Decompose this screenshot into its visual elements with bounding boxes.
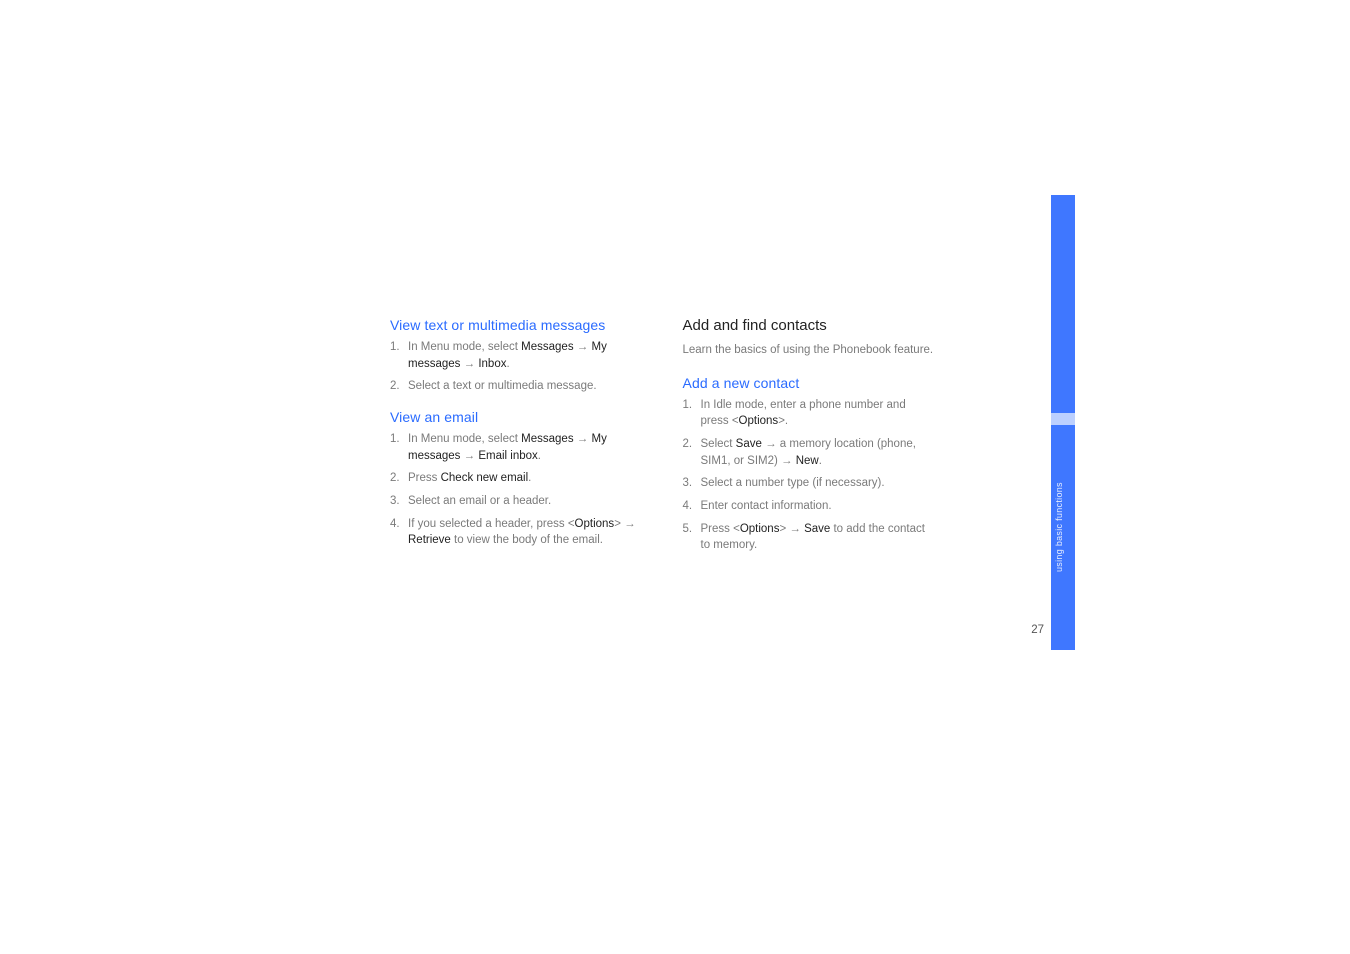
- page-number: 27: [1031, 624, 1044, 636]
- list-item: If you selected a header, press <Options…: [390, 516, 643, 549]
- text: Press <: [701, 523, 740, 535]
- bold-text: Options: [739, 415, 779, 427]
- text: Select a text or multimedia message.: [408, 380, 597, 392]
- text: Enter contact information.: [701, 500, 832, 512]
- list-item: Select a text or multimedia message.: [390, 378, 643, 395]
- steps-view-email: In Menu mode, select Messages → My messa…: [390, 431, 643, 549]
- content-columns: View text or multimedia messages In Menu…: [390, 317, 935, 568]
- list-item: Enter contact information.: [683, 498, 936, 515]
- list-item: Press Check new email.: [390, 470, 643, 487]
- side-tab-light: [1051, 413, 1075, 425]
- steps-add-contact: In Idle mode, enter a phone number and p…: [683, 397, 936, 554]
- left-column: View text or multimedia messages In Menu…: [390, 317, 643, 568]
- heading-add-find-contacts: Add and find contacts: [683, 317, 936, 334]
- arrow-icon: →: [765, 436, 777, 453]
- text: Select a number type (if necessary).: [701, 477, 885, 489]
- text: Select an email or a header.: [408, 495, 551, 507]
- arrow-icon: →: [577, 431, 589, 448]
- arrow-icon: →: [789, 521, 801, 538]
- bold-text: Check new email: [441, 472, 529, 484]
- bold-text: Inbox: [478, 358, 506, 370]
- bold-text: Email inbox: [478, 450, 537, 462]
- text: >: [779, 523, 789, 535]
- heading-view-messages: View text or multimedia messages: [390, 317, 643, 333]
- list-item: In Menu mode, select Messages → My messa…: [390, 339, 643, 372]
- arrow-icon: →: [624, 516, 636, 533]
- list-item: Press <Options> → Save to add the contac…: [683, 521, 936, 554]
- heading-add-new-contact: Add a new contact: [683, 375, 936, 391]
- text: If you selected a header, press <: [408, 518, 575, 530]
- text: .: [506, 358, 509, 370]
- arrow-icon: →: [781, 453, 793, 470]
- text: In Menu mode, select: [408, 433, 521, 445]
- list-item: In Idle mode, enter a phone number and p…: [683, 397, 936, 430]
- bold-text: Retrieve: [408, 534, 451, 546]
- text: >: [614, 518, 624, 530]
- text: to view the body of the email.: [451, 534, 603, 546]
- bold-text: Messages: [521, 433, 573, 445]
- right-column: Add and find contacts Learn the basics o…: [683, 317, 936, 568]
- bold-text: Options: [575, 518, 615, 530]
- text: In Idle mode, enter a phone number and p…: [701, 399, 906, 428]
- bold-text: Save: [736, 438, 762, 450]
- text: Press: [408, 472, 441, 484]
- bold-text: Messages: [521, 341, 573, 353]
- manual-page: using basic functions 27 View text or mu…: [0, 0, 1350, 954]
- text: In Menu mode, select: [408, 341, 521, 353]
- text: .: [538, 450, 541, 462]
- arrow-icon: →: [464, 448, 476, 465]
- bold-text: Save: [804, 523, 830, 535]
- list-item: Select a number type (if necessary).: [683, 475, 936, 492]
- bold-text: Options: [740, 523, 780, 535]
- lead-text: Learn the basics of using the Phonebook …: [683, 342, 936, 359]
- bold-text: New: [796, 455, 819, 467]
- list-item: In Menu mode, select Messages → My messa…: [390, 431, 643, 464]
- side-section-label: using basic functions: [1054, 432, 1072, 572]
- list-item: Select Save → a memory location (phone, …: [683, 436, 936, 469]
- text: >.: [778, 415, 788, 427]
- text: .: [528, 472, 531, 484]
- arrow-icon: →: [464, 356, 476, 373]
- text: .: [819, 455, 822, 467]
- steps-view-messages: In Menu mode, select Messages → My messa…: [390, 339, 643, 395]
- list-item: Select an email or a header.: [390, 493, 643, 510]
- text: Select: [701, 438, 736, 450]
- arrow-icon: →: [577, 339, 589, 356]
- heading-view-email: View an email: [390, 409, 643, 425]
